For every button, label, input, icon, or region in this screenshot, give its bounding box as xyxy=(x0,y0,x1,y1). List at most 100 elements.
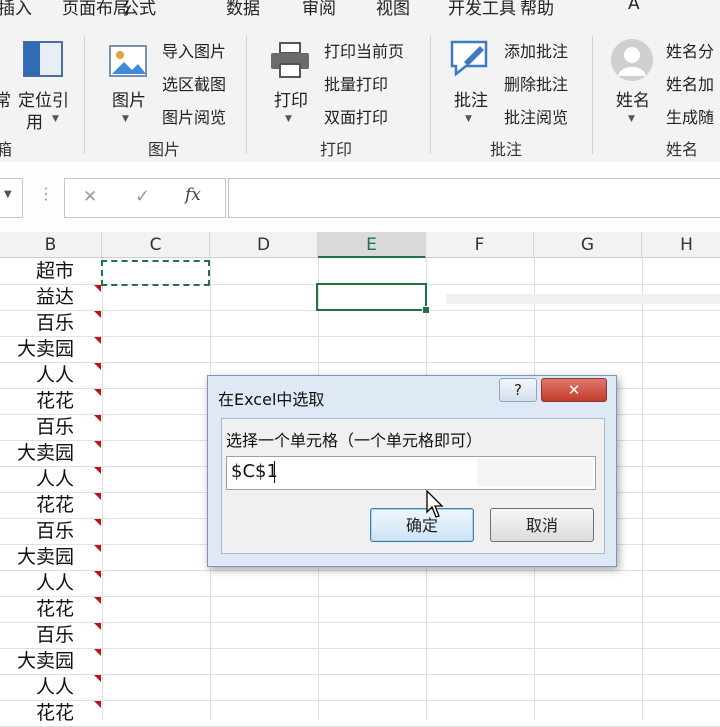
ribbon-tab[interactable]: A xyxy=(628,0,640,14)
comment-indicator-icon xyxy=(94,545,101,552)
faint-bar xyxy=(446,294,720,304)
printer-icon[interactable] xyxy=(268,40,312,80)
chevron-down-icon: ▼ xyxy=(52,114,59,124)
print-current-page-button[interactable]: 打印当前页 xyxy=(324,38,404,62)
name-split-button[interactable]: 姓名分 xyxy=(666,38,714,62)
chevron-down-icon: ▼ xyxy=(4,189,12,200)
formula-buttons: ✕ ✓ fx xyxy=(64,178,226,218)
cell-b3[interactable]: 百乐 xyxy=(0,310,100,336)
drag-handle-icon[interactable]: ⋮ xyxy=(38,184,54,203)
cell-b9[interactable]: 人人 xyxy=(0,466,100,492)
picture-preview-button[interactable]: 图片阅览 xyxy=(162,104,226,128)
partial-button-label[interactable]: 常 xyxy=(0,86,11,111)
picture-button[interactable]: 图片 xyxy=(112,86,146,111)
insert-function-icon[interactable]: fx xyxy=(185,185,201,205)
locate-reference-button-line2[interactable]: 用 xyxy=(26,108,43,133)
cell-b18[interactable]: 花花 xyxy=(0,700,100,726)
cell-reference-input[interactable]: $C$1 xyxy=(226,456,596,490)
ribbon-tab[interactable]: 页面布局 xyxy=(62,0,130,19)
partial-group-label: 箱 xyxy=(0,140,13,159)
select-range-dialog: 在Excel中选取 ? ✕ 选择一个单元格（一个单元格即可） $C$1 确定 取… xyxy=(207,375,617,567)
ribbon-tab[interactable]: 公式 xyxy=(122,0,156,19)
column-header-b[interactable]: B xyxy=(0,232,102,258)
name-group-label: 姓名 xyxy=(666,140,699,159)
cell-b12[interactable]: 大卖园 xyxy=(0,544,100,570)
ribbon-tab[interactable]: 插入 xyxy=(0,0,32,19)
grid-hline xyxy=(0,674,720,675)
ribbon: 插入 页面布局 公式 数据 审阅 视图 开发工具 帮助 A 常 箱 定位引 用 ▼ 图片 ▼ 导… xyxy=(0,0,720,163)
active-cell-e2[interactable] xyxy=(316,283,427,311)
column-header-f[interactable]: F xyxy=(426,232,534,258)
cell-b6[interactable]: 花花 xyxy=(0,388,100,414)
grid-hline xyxy=(0,648,720,649)
cell-b10[interactable]: 花花 xyxy=(0,492,100,518)
cell-b8[interactable]: 大卖园 xyxy=(0,440,100,466)
comment-indicator-icon xyxy=(94,701,101,708)
column-header-e[interactable]: E xyxy=(318,232,426,258)
dialog-prompt: 选择一个单元格（一个单元格即可） xyxy=(226,431,483,450)
name-button[interactable]: 姓名 xyxy=(616,86,650,111)
comment-button[interactable]: 批注 xyxy=(454,86,488,111)
generate-random-button[interactable]: 生成随 xyxy=(666,104,714,128)
cancel-button[interactable]: 取消 xyxy=(490,508,594,542)
ribbon-tab[interactable]: 视图 xyxy=(376,0,410,19)
confirm-icon[interactable]: ✓ xyxy=(135,186,150,207)
cell-b17[interactable]: 人人 xyxy=(0,674,100,700)
grid-vline xyxy=(642,258,643,720)
cell-b1[interactable]: 超市 xyxy=(0,258,100,284)
duplex-print-button[interactable]: 双面打印 xyxy=(324,104,388,128)
fill-handle[interactable] xyxy=(422,306,430,314)
comment-indicator-icon xyxy=(94,389,101,396)
picture-icon[interactable] xyxy=(106,40,150,80)
column-header-d[interactable]: D xyxy=(210,232,318,258)
cell-b15[interactable]: 百乐 xyxy=(0,622,100,648)
cell-b11[interactable]: 百乐 xyxy=(0,518,100,544)
name-add-button[interactable]: 姓名加 xyxy=(666,71,714,95)
ribbon-tab[interactable]: 数据 xyxy=(226,0,260,19)
input-shade xyxy=(477,458,593,486)
comment-indicator-icon xyxy=(94,597,101,604)
cell-b14[interactable]: 花花 xyxy=(0,596,100,622)
grid-hline xyxy=(0,700,720,701)
comment-indicator-icon xyxy=(94,363,101,370)
chevron-down-icon: ▼ xyxy=(628,114,635,124)
comment-preview-button[interactable]: 批注阅览 xyxy=(504,104,568,128)
picture-group-label: 图片 xyxy=(148,140,181,159)
formula-input[interactable] xyxy=(228,178,720,218)
locate-reference-icon[interactable] xyxy=(22,40,64,78)
person-avatar-icon[interactable] xyxy=(610,38,654,82)
group-divider xyxy=(430,36,431,154)
cell-b16[interactable]: 大卖园 xyxy=(0,648,100,674)
region-screenshot-button[interactable]: 选区截图 xyxy=(162,71,226,95)
grid-hline xyxy=(0,336,720,337)
comment-indicator-icon xyxy=(94,571,101,578)
cell-b2[interactable]: 益达 xyxy=(0,284,100,310)
chevron-down-icon: ▼ xyxy=(465,114,472,124)
comment-indicator-icon xyxy=(94,493,101,500)
cell-b4[interactable]: 大卖园 xyxy=(0,336,100,362)
close-icon: ✕ xyxy=(567,381,581,399)
column-header-h[interactable]: H xyxy=(642,232,720,258)
cell-b13[interactable]: 人人 xyxy=(0,570,100,596)
comment-pen-icon[interactable] xyxy=(446,36,492,80)
ok-button[interactable]: 确定 xyxy=(370,508,474,542)
import-picture-button[interactable]: 导入图片 xyxy=(162,38,226,62)
column-header-c[interactable]: C xyxy=(102,232,210,258)
help-button[interactable]: ? xyxy=(499,378,537,402)
ribbon-tab[interactable]: 开发工具 xyxy=(448,0,516,19)
comment-indicator-icon xyxy=(94,649,101,656)
print-button[interactable]: 打印 xyxy=(274,86,308,111)
text-caret xyxy=(274,461,275,483)
cell-b7[interactable]: 百乐 xyxy=(0,414,100,440)
delete-comment-button[interactable]: 删除批注 xyxy=(504,71,568,95)
column-header-g[interactable]: G xyxy=(534,232,642,258)
add-comment-button[interactable]: 添加批注 xyxy=(504,38,568,62)
cell-b5[interactable]: 人人 xyxy=(0,362,100,388)
close-button[interactable]: ✕ xyxy=(541,378,607,402)
name-box[interactable]: ▼ xyxy=(0,178,23,218)
batch-print-button[interactable]: 批量打印 xyxy=(324,71,388,95)
ribbon-tab[interactable]: 帮助 xyxy=(520,0,554,19)
comment-indicator-icon xyxy=(94,415,101,422)
cancel-icon[interactable]: ✕ xyxy=(83,187,97,207)
ribbon-tab[interactable]: 审阅 xyxy=(302,0,336,19)
